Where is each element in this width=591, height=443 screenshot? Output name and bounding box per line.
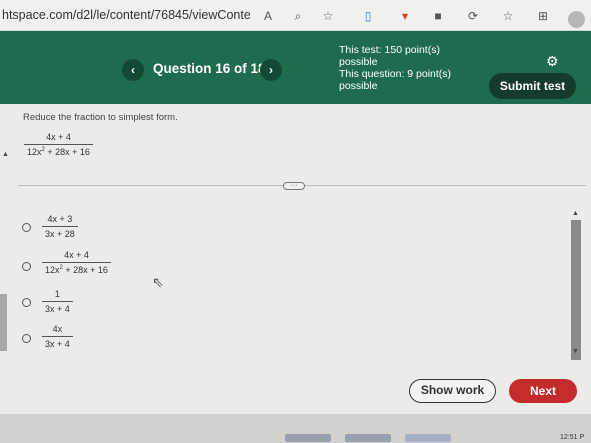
question-points: This question: 9 point(s) possible <box>339 68 452 92</box>
fraction-numerator: 4x + 4 <box>46 132 71 142</box>
pocket-icon[interactable]: ▾ <box>397 8 413 24</box>
option-fraction-2: 4x + 4 12x2 + 28x + 16 <box>42 250 111 275</box>
read-aloud-icon[interactable]: A <box>260 8 276 24</box>
question-fraction: 4x + 4 12x2 + 28x + 16 <box>24 132 93 157</box>
next-question-button[interactable]: › <box>260 59 282 81</box>
address-bar[interactable]: htspace.com/d2l/le/content/76845/viewCon… <box>0 8 250 22</box>
collections-icon[interactable]: ⊞ <box>535 8 551 24</box>
fraction-denominator: 12x2 + 28x + 16 <box>24 144 93 157</box>
points-info: This test: 150 point(s) possible This qu… <box>339 44 469 92</box>
question-counter: Question 16 of 18 <box>153 61 266 76</box>
submit-test-button[interactable]: Submit test <box>489 73 576 99</box>
mouse-cursor-icon: ⇖ <box>152 274 164 290</box>
profile-avatar[interactable] <box>568 11 585 28</box>
left-scroll-strip <box>0 294 7 351</box>
taskbar-item[interactable] <box>285 434 331 442</box>
favorite-star-icon[interactable]: ☆ <box>320 8 336 24</box>
taskbar-clock: 12:51 P <box>560 434 585 441</box>
option-radio-3[interactable] <box>22 298 31 307</box>
scrollbar-thumb[interactable] <box>571 220 581 360</box>
extension-icon[interactable]: ▯ <box>360 8 376 24</box>
scroll-down-icon[interactable]: ▼ <box>572 348 579 355</box>
show-work-button[interactable]: Show work <box>409 379 496 403</box>
prev-question-button[interactable]: ‹ <box>122 59 144 81</box>
next-button[interactable]: Next <box>509 379 577 403</box>
quiz-header: ‹ Question 16 of 18 › This test: 150 poi… <box>0 31 591 104</box>
scroll-up-icon[interactable]: ▲ <box>572 210 579 217</box>
favorites-icon[interactable]: ☆ <box>500 8 516 24</box>
option-fraction-1: 4x + 3 3x + 28 <box>42 214 78 239</box>
option-fraction-4: 4x 3x + 4 <box>42 324 73 349</box>
question-prompt: Reduce the fraction to simplest form. <box>23 112 178 123</box>
browser-toolbar: htspace.com/d2l/le/content/76845/viewCon… <box>0 0 591 31</box>
zoom-icon[interactable]: ⌕ <box>290 8 306 24</box>
question-content: Reduce the fraction to simplest form. 4x… <box>0 104 591 414</box>
option-radio-1[interactable] <box>22 223 31 232</box>
option-radio-4[interactable] <box>22 334 31 343</box>
taskbar-item[interactable] <box>345 434 391 442</box>
extension-cube-icon[interactable]: ■ <box>430 8 446 24</box>
taskbar-item[interactable] <box>405 434 451 442</box>
option-radio-2[interactable] <box>22 262 31 271</box>
pane-resize-handle[interactable]: ··· <box>283 182 305 190</box>
settings-gear-icon[interactable]: ⚙ <box>546 53 559 70</box>
option-fraction-3: 1 3x + 4 <box>42 289 73 314</box>
collapse-arrow-icon[interactable]: ▲ <box>2 151 9 158</box>
test-points: This test: 150 point(s) possible <box>339 44 440 68</box>
os-taskbar: 12:51 P <box>0 414 591 443</box>
extensions-icon[interactable]: ⟳ <box>465 8 481 24</box>
